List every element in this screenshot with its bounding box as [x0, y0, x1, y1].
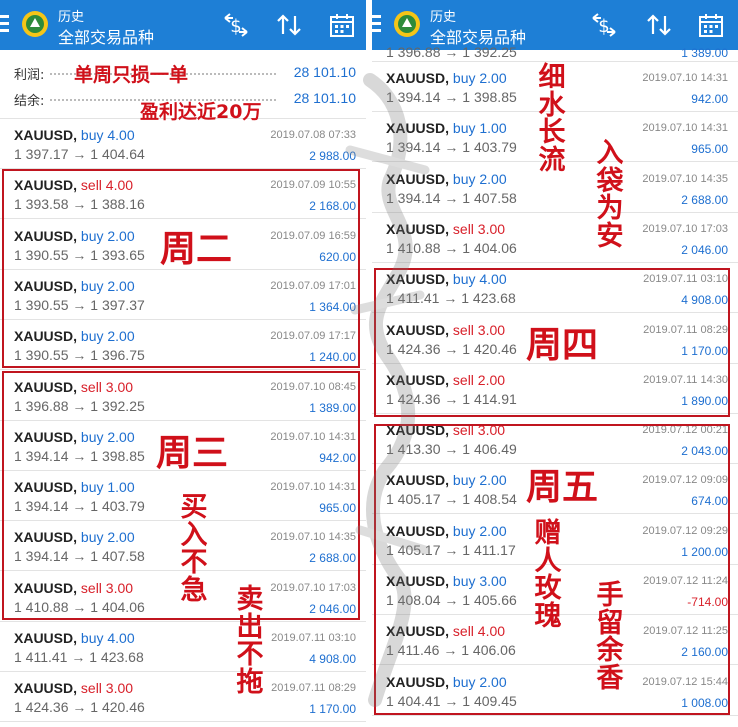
trade-type: sell 3.00 — [452, 220, 506, 237]
trade-time: 2019.07.10 14:31 — [642, 72, 728, 84]
trade-time: 2019.07.08 07:33 — [270, 129, 356, 141]
sort-icon[interactable] — [275, 12, 303, 38]
table-row[interactable]: XAUUSD, sell 3.00 1 424.36 → 1 420.46 2019… — [0, 672, 366, 723]
header-title: 历史 — [58, 10, 85, 25]
symbol-name: XAUUSD, — [386, 120, 450, 137]
symbol-name: XAUUSD, — [14, 127, 78, 143]
trade-profit: 4 908.00 — [309, 652, 356, 666]
trade-prices: 1 410.88 → 1 404.06 — [386, 239, 517, 256]
calendar-icon[interactable] — [328, 12, 356, 38]
summary-value: 28 101.10 — [293, 90, 356, 106]
symbol-name: XAUUSD, — [14, 630, 78, 646]
trade-prices: 1 394.14 → 1 407.58 — [386, 189, 517, 206]
trade-prices: 1 396.88 → 1 392.25 — [386, 44, 517, 60]
menu-icon[interactable] — [0, 15, 10, 33]
trade-type: buy 1.00 — [452, 120, 507, 137]
header-subtitle[interactable]: 全部交易品种 — [58, 24, 154, 48]
trade-symbol: XAUUSD, buy 4.00 — [14, 127, 135, 143]
app-header: 历史 全部交易品种 $ — [0, 0, 366, 50]
trade-prices: 1 424.36 → 1 420.46 — [14, 699, 145, 716]
trade-type: buy 4.00 — [80, 127, 135, 143]
trade-type: sell 3.00 — [80, 680, 134, 697]
right-history-panel: 历史 全部交易品种 $ 1 396.88 → 1 392.25 1 389.00… — [372, 0, 738, 727]
table-row[interactable]: XAUUSD, sell 3.00 1 410.88 → 1 404.06 2019… — [372, 213, 738, 263]
trade-prices: 1 397.17 → 1 404.64 — [14, 146, 145, 162]
summary-label: 结余: — [14, 94, 45, 109]
table-row[interactable]: XAUUSD, buy 4.00 1 411.41 → 1 423.68 2019.… — [0, 622, 366, 672]
table-row[interactable]: XAUUSD, buy 4.00 1 397.17 → 1 404.64 2019.… — [0, 119, 366, 169]
annotation-thursday: 周四 — [526, 325, 599, 366]
trade-time: 2019.07.10 14:35 — [642, 172, 728, 185]
summary-value: 28 101.10 — [293, 64, 356, 80]
trade-symbol: XAUUSD, sell 3.00 — [386, 221, 505, 237]
symbol-name: XAUUSD, — [386, 220, 450, 237]
trade-time: 2019.07.11 03:10 — [271, 632, 356, 644]
trade-prices: 1 411.41 → 1 423.68 — [14, 649, 144, 665]
trade-profit: 942.00 — [691, 92, 728, 106]
trade-symbol: XAUUSD, buy 1.00 — [386, 120, 507, 136]
trade-profit: 2 688.00 — [681, 192, 728, 207]
annotation-vertical: 入袋为安 — [596, 138, 624, 252]
annotation-vertical: 细水长流 — [538, 62, 566, 176]
trade-prices: 1 394.14 → 1 403.79 — [386, 139, 517, 156]
trade-symbol: XAUUSD, sell 3.00 — [14, 680, 133, 696]
summary-label: 利润: — [14, 68, 45, 83]
symbol-name: XAUUSD, — [386, 70, 450, 86]
trade-type: buy 4.00 — [80, 630, 135, 646]
annotation-friday: 周五 — [526, 467, 599, 508]
annotation-vertical: 赠人玫瑰 — [534, 518, 562, 632]
trade-profit: 2 046.00 — [681, 242, 728, 257]
trade-profit: 1 389.00 — [681, 46, 728, 60]
trade-time: 2019.07.10 14:31 — [642, 122, 728, 135]
trade-time: 2019.07.11 08:29 — [271, 682, 356, 695]
annotation-vertical: 手留余香 — [596, 580, 624, 694]
app-logo-icon — [22, 11, 48, 37]
annotation-vertical: 卖出不拖 — [236, 584, 264, 698]
symbol-name: XAUUSD, — [14, 680, 78, 697]
annotation-wednesday: 周三 — [156, 433, 229, 474]
trade-type: buy 2.00 — [452, 170, 507, 187]
symbol-name: XAUUSD, — [386, 170, 450, 187]
trade-profit: 1 170.00 — [309, 702, 356, 717]
annotation-vertical: 买入不急 — [180, 492, 208, 606]
trade-symbol: XAUUSD, buy 2.00 — [386, 171, 507, 187]
left-history-panel: 历史 全部交易品种 $ 利润: 28 101.10 结余: 28 101.10 … — [0, 0, 366, 727]
svg-text:$: $ — [230, 16, 241, 37]
trade-type: buy 2.00 — [452, 70, 507, 86]
annotation-tuesday: 周二 — [160, 229, 233, 270]
annotation-text: 盈利达近20万 — [140, 101, 262, 123]
header-title: 历史 — [430, 10, 457, 25]
trade-profit: 2 988.00 — [309, 149, 356, 163]
table-row-partial[interactable]: 1 396.88 → 1 392.25 1 389.00 — [372, 26, 738, 62]
trade-time: 2019.07.10 17:03 — [642, 222, 728, 235]
trade-profit: 965.00 — [691, 142, 728, 157]
trade-prices: 1 394.14 → 1 398.85 — [386, 89, 517, 105]
trade-symbol: XAUUSD, buy 4.00 — [14, 630, 135, 646]
trade-symbol: XAUUSD, buy 2.00 — [386, 70, 507, 86]
annotation-text: 单周只损一单 — [74, 64, 189, 86]
currency-icon[interactable]: $ — [222, 12, 250, 38]
